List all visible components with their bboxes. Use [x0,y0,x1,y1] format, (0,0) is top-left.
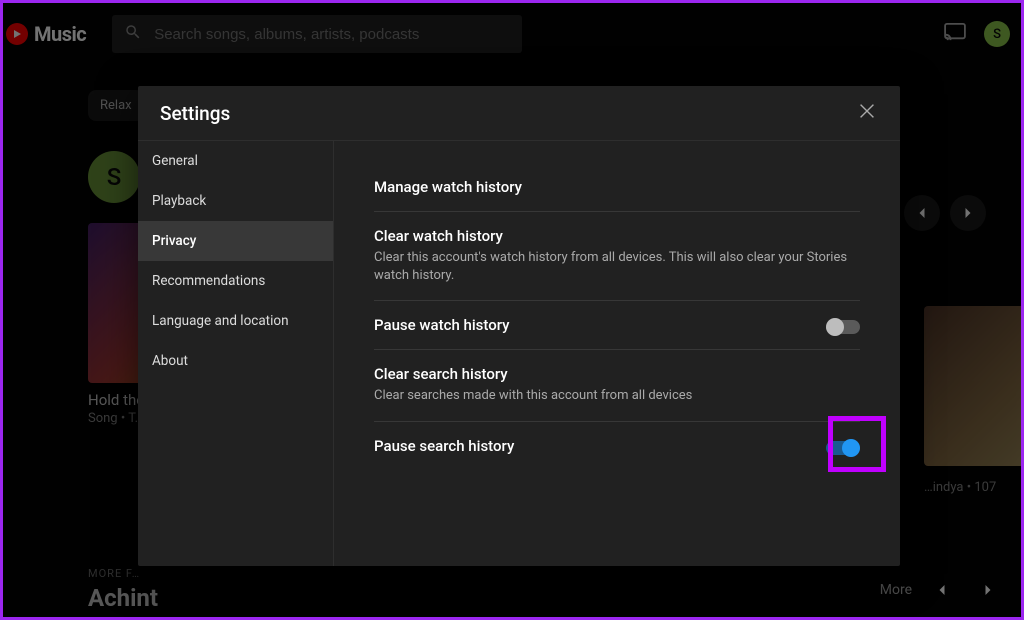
row-clear-watch-history[interactable]: Clear watch history Clear this account's… [374,212,860,301]
pause-search-toggle[interactable] [826,441,860,455]
row-desc: Clear this account's watch history from … [374,249,860,285]
toggle-knob [842,439,860,457]
modal-body: General Playback Privacy Recommendations… [138,140,900,566]
row-title: Manage watch history [374,178,860,196]
row-pause-search-history: Pause search history [374,422,860,470]
sidebar-item-about[interactable]: About [138,341,333,381]
row-clear-search-history[interactable]: Clear search history Clear searches made… [374,350,860,421]
row-pause-watch-history: Pause watch history [374,301,860,350]
row-desc: Clear searches made with this account fr… [374,387,860,405]
sidebar-item-general[interactable]: General [138,141,333,181]
row-title: Pause watch history [374,316,802,334]
sidebar-item-privacy[interactable]: Privacy [138,221,333,261]
toggle-knob [826,318,844,336]
app-root: Music S Relax S Hold the… [0,0,1024,620]
sidebar-item-language[interactable]: Language and location [138,301,333,341]
row-title: Clear search history [374,365,860,383]
pause-watch-toggle[interactable] [826,320,860,334]
row-manage-watch-history[interactable]: Manage watch history [374,163,860,212]
close-button[interactable] [856,100,878,126]
settings-modal: Settings General Playback Privacy Recomm… [138,86,900,566]
sidebar-item-recommendations[interactable]: Recommendations [138,261,333,301]
modal-title: Settings [160,102,230,125]
close-icon [856,107,878,126]
row-title: Clear watch history [374,227,860,245]
settings-content: Manage watch history Clear watch history… [334,141,900,566]
sidebar-item-playback[interactable]: Playback [138,181,333,221]
settings-sidebar: General Playback Privacy Recommendations… [138,141,334,566]
modal-header: Settings [138,86,900,140]
row-title: Pause search history [374,437,802,455]
